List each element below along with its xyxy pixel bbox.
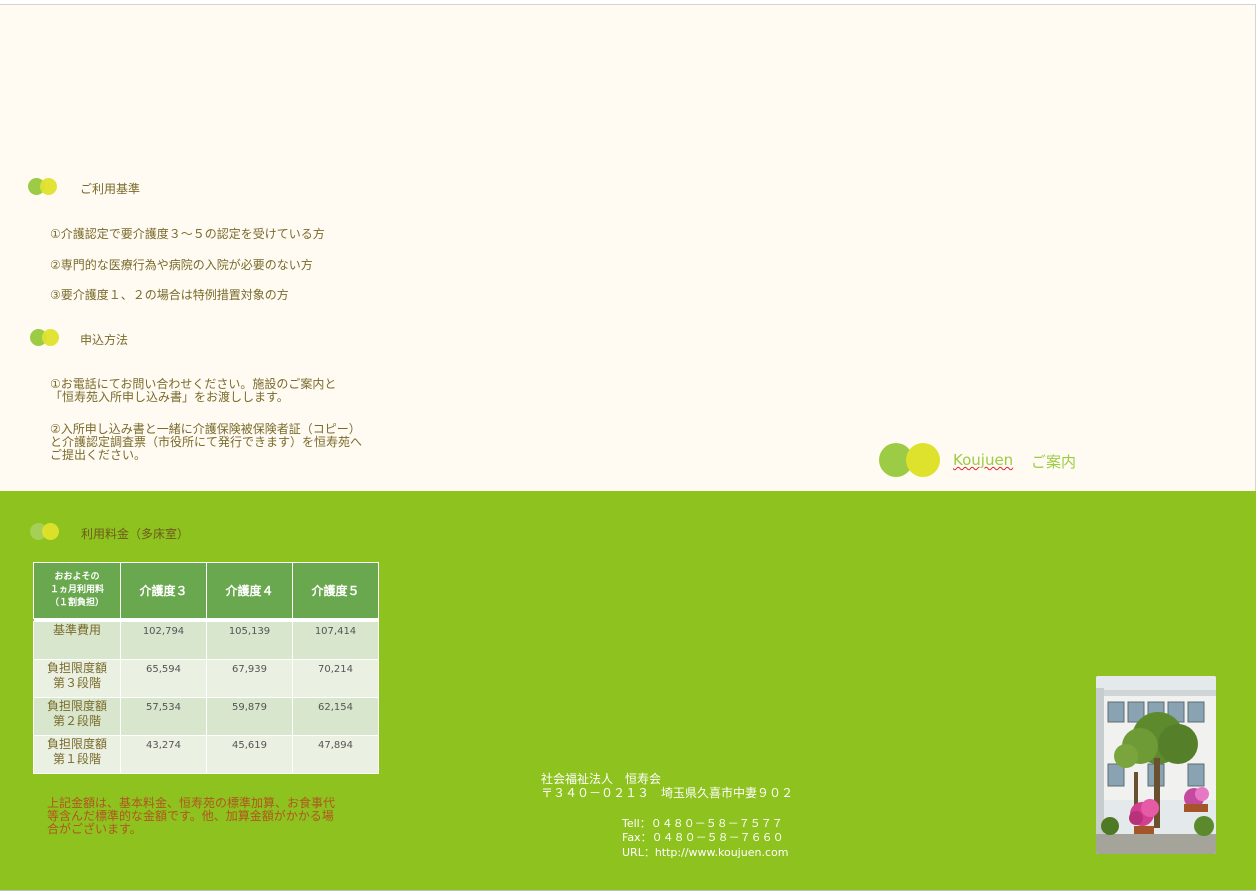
organization-url[interactable]: URL：http://www.koujuen.com (622, 844, 788, 860)
fee-cell: 107,414 (292, 621, 379, 660)
criteria-item-3: ③要介護度１、２の場合は特例措置対象の方 (50, 288, 289, 302)
fee-table: おおよその １ヵ月利用料 （１割負担） 介護度３ 介護度４ 介護度５ 基準費用 … (33, 562, 379, 774)
organization-name: 社会福祉法人 恒寿会 (541, 772, 662, 786)
fee-table-row: 負担限度額 第２段階 57,534 59,879 62,154 (33, 697, 379, 736)
fee-row-label: 基準費用 (33, 621, 121, 660)
fee-level-header: 介護度３ (120, 562, 207, 619)
fee-cell: 57,534 (120, 697, 207, 736)
application-step-1: ①お電話にてお問い合わせください。施設のご案内と 「恒寿苑入所申し込み書」をお渡… (50, 377, 337, 404)
fee-cell: 62,154 (292, 697, 379, 736)
fee-table-header-row: おおよその １ヵ月利用料 （１割負担） 介護度３ 介護度４ 介護度５ (33, 562, 379, 619)
brochure-page: ご利用基準 ①介護認定で要介護度３～５の認定を受けている方 ②専門的な医療行為や… (0, 0, 1258, 895)
criteria-heading: ご利用基準 (80, 182, 141, 196)
fee-cell: 65,594 (120, 659, 207, 698)
fee-cell: 102,794 (120, 621, 207, 660)
application-heading: 申込方法 (80, 333, 129, 347)
fee-cell: 43,274 (120, 735, 207, 774)
fee-row-label: 負担限度額 第１段階 (33, 735, 121, 774)
section-bullet-icon (30, 329, 70, 349)
organization-fax: Fax：０４８０－５８－７６６０ (622, 831, 784, 844)
section-bullet-icon (30, 523, 70, 543)
fee-table-corner-header: おおよその １ヵ月利用料 （１割負担） (33, 562, 121, 619)
fee-note: 上記金額は、基本料金、恒寿苑の標準加算、お食事代 等含んだ標準的な金額です。他、… (47, 796, 336, 836)
bottom-edge (0, 890, 1256, 895)
criteria-item-2: ②専門的な医療行為や病院の入院が必要のない方 (50, 258, 313, 272)
brand-block: Koujuen ご案内 (879, 443, 1099, 479)
fee-row-label: 負担限度額 第２段階 (33, 697, 121, 736)
brand-name: Koujuen (953, 451, 1014, 469)
fee-table-row: 負担限度額 第３段階 65,594 67,939 70,214 (33, 659, 379, 698)
organization-address: 〒３４０－０２１３ 埼玉県久喜市中妻９０２ (541, 786, 794, 800)
section-bullet-icon (28, 178, 68, 198)
application-step-2: ②入所申し込み書と一緒に介護保険被保険者証（コピー） と介護認定調査票（市役所に… (50, 422, 363, 462)
fee-table-row: 基準費用 102,794 105,139 107,414 (33, 621, 379, 660)
fee-cell: 70,214 (292, 659, 379, 698)
fee-table-row: 負担限度額 第１段階 43,274 45,619 47,894 (33, 735, 379, 774)
fees-heading: 利用料金（多床室） (81, 527, 190, 541)
fee-cell: 59,879 (206, 697, 293, 736)
brand-guide: ご案内 (1031, 453, 1077, 471)
facility-photo (1096, 676, 1216, 854)
fee-cell: 67,939 (206, 659, 293, 698)
criteria-item-1: ①介護認定で要介護度３～５の認定を受けている方 (50, 227, 325, 241)
upper-panel (0, 4, 1256, 491)
fee-level-header: 介護度５ (292, 562, 379, 619)
fee-row-label: 負担限度額 第３段階 (33, 659, 121, 698)
fee-level-header: 介護度４ (206, 562, 293, 619)
fee-cell: 45,619 (206, 735, 293, 774)
corner-header-text: おおよその １ヵ月利用料 （１割負担） (49, 572, 104, 608)
facility-photo-graphic (1096, 676, 1216, 854)
brand-circle-yellow-icon (906, 443, 940, 477)
fee-cell: 47,894 (292, 735, 379, 774)
fee-cell: 105,139 (206, 621, 293, 660)
